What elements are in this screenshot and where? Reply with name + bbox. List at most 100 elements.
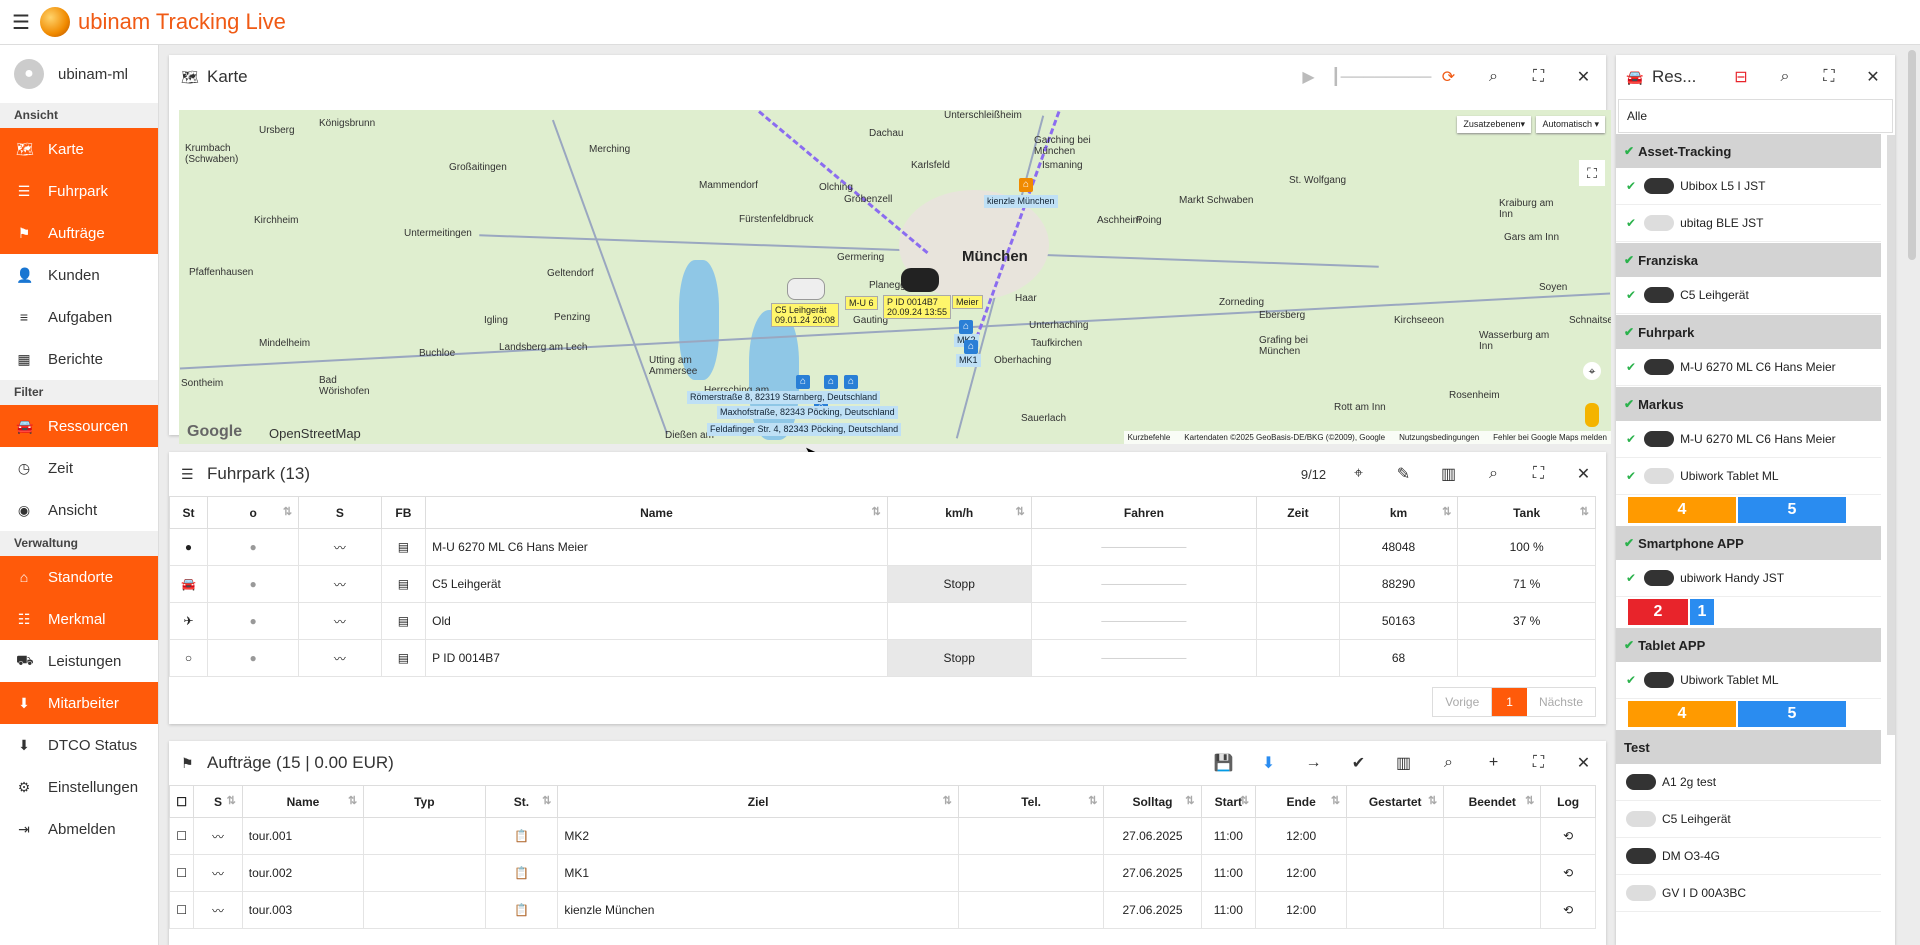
- column-header[interactable]: km ⇅: [1338, 496, 1459, 529]
- sort-icon[interactable]: ⇅: [283, 505, 292, 518]
- layers-button[interactable]: Zusatzebenen▾: [1457, 116, 1531, 133]
- resource-group[interactable]: ✔ Asset-Tracking: [1616, 133, 1881, 168]
- page-scrollbar[interactable]: [1908, 50, 1916, 260]
- sidebar-item-mitarbeiter[interactable]: ⬇ Mitarbeiter: [0, 682, 158, 724]
- clipboard-icon[interactable]: 📋: [514, 903, 529, 917]
- resource-item[interactable]: ✔ ubitag BLE JST: [1616, 205, 1881, 242]
- sort-icon[interactable]: ⇅: [1240, 794, 1249, 807]
- fullscreen-icon[interactable]: ⛶: [1516, 754, 1561, 772]
- import-icon[interactable]: ⬇: [1246, 753, 1291, 773]
- sort-icon[interactable]: ⇅: [1580, 505, 1589, 518]
- resource-item[interactable]: GV I D 00A3BC: [1616, 875, 1881, 912]
- resource-item[interactable]: ✔ C5 Leihgerät: [1616, 277, 1881, 314]
- close-icon[interactable]: ✕: [1561, 464, 1606, 484]
- osm-attribution[interactable]: OpenStreetMap: [269, 426, 361, 441]
- resource-item[interactable]: ✔ Ubiwork Tablet ML: [1616, 458, 1881, 495]
- column-header[interactable]: Ende ⇅: [1255, 785, 1348, 818]
- trend-icon[interactable]: 〰: [212, 904, 224, 918]
- sidebar-item-dtco-status[interactable]: ⬇ DTCO Status: [0, 724, 158, 766]
- sort-icon[interactable]: ⇅: [872, 505, 881, 518]
- sort-icon[interactable]: ⇅: [1015, 505, 1024, 518]
- resource-item[interactable]: ✔ Ubibox L5 I JST: [1616, 168, 1881, 205]
- sort-icon[interactable]: ⇅: [1428, 794, 1437, 807]
- sidebar-item-ansicht[interactable]: ◉ Ansicht: [0, 489, 158, 531]
- arrow-right-icon[interactable]: →: [1291, 754, 1336, 772]
- column-header[interactable]: Zeit: [1256, 496, 1340, 529]
- sidebar-item-berichte[interactable]: ▦ Berichte: [0, 338, 158, 380]
- column-header[interactable]: Typ: [363, 785, 486, 818]
- fullscreen-icon[interactable]: ⛶: [1807, 68, 1851, 86]
- add-icon[interactable]: +: [1471, 754, 1516, 772]
- fullscreen-icon[interactable]: ⛶: [1516, 68, 1561, 86]
- location-marker[interactable]: ⌂: [964, 340, 978, 354]
- resource-group[interactable]: ✔ Franziska: [1616, 242, 1881, 277]
- resource-group[interactable]: ✔ Fuhrpark: [1616, 314, 1881, 349]
- sidebar-item-leistungen[interactable]: ⛟ Leistungen: [0, 640, 158, 682]
- sidebar-item-kunden[interactable]: 👤 Kunden: [0, 254, 158, 296]
- resource-item[interactable]: ✔ M-U 6270 ML C6 Hans Meier: [1616, 421, 1881, 458]
- columns-icon[interactable]: ▥: [1426, 464, 1471, 484]
- trend-icon[interactable]: 〰: [212, 867, 224, 881]
- history-icon[interactable]: ⟲: [1563, 829, 1573, 843]
- table-row[interactable]: ○ ● 〰 ▤ P ID 0014B7 Stopp ────────── 68: [169, 639, 1596, 677]
- location-marker[interactable]: ⌂: [959, 320, 973, 334]
- pager-next[interactable]: Nächste: [1527, 688, 1595, 716]
- sidebar-item-ressourcen[interactable]: 🚘 Ressourcen: [0, 405, 158, 447]
- column-header[interactable]: Log: [1540, 785, 1596, 818]
- locate-icon[interactable]: ⌖: [1583, 362, 1601, 380]
- column-header[interactable]: Solltag ⇅: [1103, 785, 1202, 818]
- attribution-link[interactable]: Fehler bei Google Maps melden: [1493, 433, 1607, 442]
- resource-filter-input[interactable]: Alle: [1618, 99, 1893, 133]
- vehicle-label[interactable]: C5 Leihgerät 09.01.24 20:08: [771, 303, 840, 327]
- resource-item[interactable]: ✔ ubiwork Handy JST: [1616, 560, 1881, 597]
- sidebar-item-aufgaben[interactable]: ≡ Aufgaben: [0, 296, 158, 338]
- search-icon[interactable]: ⌕: [1763, 68, 1807, 86]
- column-header[interactable]: o ⇅: [207, 496, 300, 529]
- close-icon[interactable]: ✕: [1561, 753, 1606, 773]
- sort-icon[interactable]: ⇅: [1185, 794, 1194, 807]
- resource-item[interactable]: DM O3-4G: [1616, 838, 1881, 875]
- trend-icon[interactable]: 〰: [334, 652, 346, 666]
- refresh-icon[interactable]: ⟳: [1426, 67, 1471, 87]
- sort-icon[interactable]: ⇅: [348, 794, 357, 807]
- resource-group[interactable]: ✔ Smartphone APP: [1616, 525, 1881, 560]
- sort-icon[interactable]: ⇅: [1088, 794, 1097, 807]
- column-header[interactable]: Start ⇅: [1200, 785, 1257, 818]
- close-icon[interactable]: ✕: [1851, 67, 1895, 87]
- resource-item[interactable]: A1 2g test: [1616, 764, 1881, 801]
- column-header[interactable]: Tel. ⇅: [957, 785, 1105, 818]
- column-header[interactable]: St: [169, 496, 209, 529]
- menu-icon[interactable]: ☰: [12, 10, 32, 35]
- search-icon[interactable]: ⌕: [1471, 465, 1516, 483]
- column-header[interactable]: Name ⇅: [241, 785, 365, 818]
- sort-icon[interactable]: ⇅: [542, 794, 551, 807]
- columns-icon[interactable]: ▥: [1381, 753, 1426, 773]
- column-header[interactable]: Fahren: [1030, 496, 1258, 529]
- clipboard-icon[interactable]: 📋: [514, 866, 529, 880]
- sidebar-item-fuhrpark[interactable]: ☰ Fuhrpark: [0, 170, 158, 212]
- attribution-link[interactable]: Kurzbefehle: [1128, 433, 1171, 442]
- history-icon[interactable]: ⟲: [1563, 866, 1573, 880]
- logbook-icon[interactable]: ▤: [398, 651, 409, 665]
- attribution-link[interactable]: Nutzungsbedingungen: [1399, 433, 1479, 442]
- resource-item[interactable]: C5 Leihgerät: [1616, 801, 1881, 838]
- user-profile[interactable]: ● ubinam-ml: [0, 45, 158, 103]
- location-marker[interactable]: ⌂: [824, 375, 838, 389]
- row-checkbox[interactable]: ☐: [176, 829, 187, 843]
- pager-current[interactable]: 1: [1492, 688, 1527, 716]
- vehicle-label[interactable]: P ID 0014B7 20.09.24 13:55: [883, 295, 952, 319]
- play-icon[interactable]: ▶: [1286, 67, 1331, 87]
- table-row[interactable]: ● ● 〰 ▤ M-U 6270 ML C6 Hans Meier ────────── 4…: [169, 528, 1596, 566]
- sidebar-item-karte[interactable]: 🗺 Karte: [0, 128, 158, 170]
- logbook-icon[interactable]: ▤: [398, 540, 409, 554]
- location-marker[interactable]: ⌂: [796, 375, 810, 389]
- column-header[interactable]: FB: [380, 496, 427, 529]
- history-icon[interactable]: ⟲: [1563, 903, 1573, 917]
- column-header[interactable]: Ziel ⇅: [557, 785, 959, 818]
- column-header[interactable]: S: [298, 496, 382, 529]
- column-header[interactable]: Beendet ⇅: [1443, 785, 1542, 818]
- search-icon[interactable]: ⌕: [1471, 68, 1516, 86]
- map-view[interactable]: München Königsbrunn Krumbach (Schwaben) …: [179, 110, 1611, 444]
- map-fullscreen-icon[interactable]: ⛶: [1579, 160, 1605, 186]
- sort-icon[interactable]: ⇅: [1442, 505, 1451, 518]
